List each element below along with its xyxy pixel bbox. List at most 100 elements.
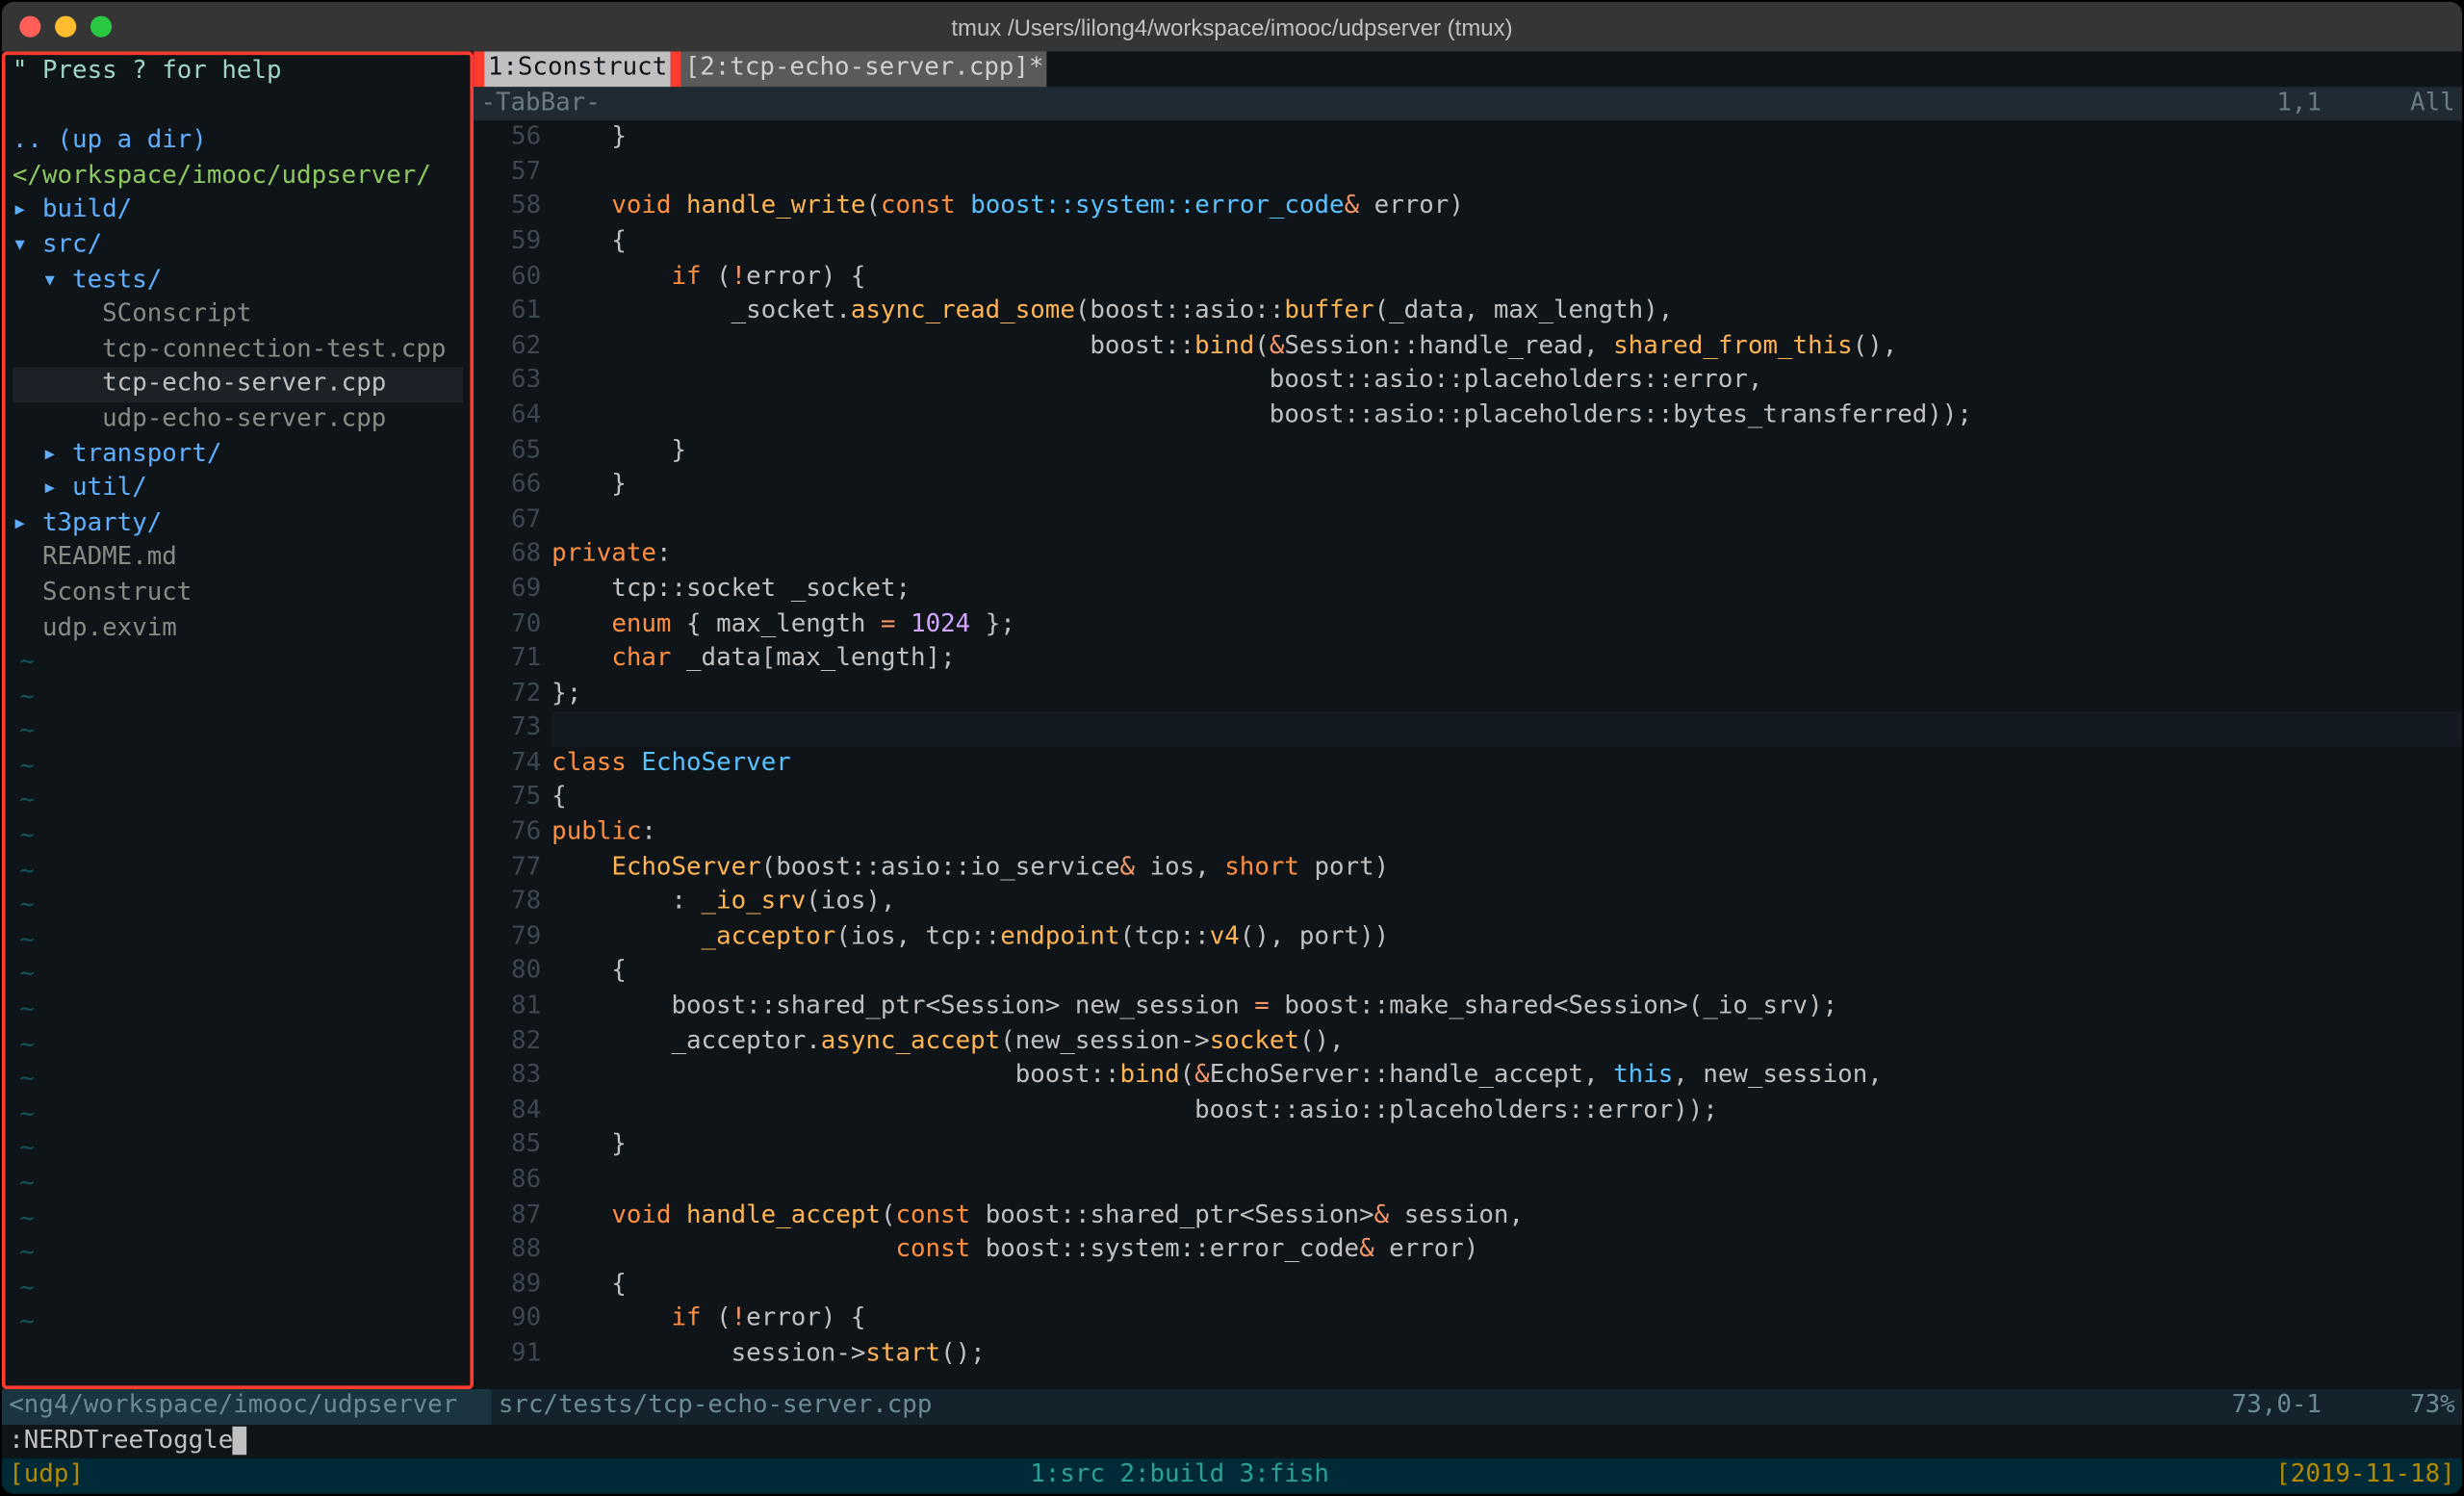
empty-line-tilde: ~ <box>13 785 463 819</box>
code-line[interactable]: boost::asio::placeholders::bytes_transfe… <box>552 400 2462 434</box>
code-line[interactable]: _acceptor(ios, tcp::endpoint(tcp::v4(), … <box>552 920 2462 955</box>
nerdtree-root[interactable]: </workspace/imooc/udpserver/ <box>6 159 471 193</box>
empty-line-tilde: ~ <box>13 1133 463 1168</box>
code-line[interactable]: _acceptor.async_accept(new_session->sock… <box>552 1025 2462 1060</box>
code-line[interactable]: { <box>552 225 2462 260</box>
tree-file[interactable]: udp.exvim <box>13 611 463 646</box>
tree-file[interactable]: udp-echo-server.cpp <box>13 402 463 437</box>
code-line[interactable]: EchoServer(boost::asio::io_service& ios,… <box>552 851 2462 886</box>
tab-active-indicator <box>671 51 681 86</box>
tabbar-label: -TabBar- <box>480 87 600 121</box>
code-line[interactable]: enum { max_length = 1024 }; <box>552 607 2462 642</box>
code-line[interactable]: if (!error) { <box>552 260 2462 295</box>
source-code[interactable]: } void handle_write(const boost::system:… <box>552 121 2462 1390</box>
code-line[interactable] <box>552 1164 2462 1199</box>
tmux-windows[interactable]: 1:src 2:build 3:fish <box>1030 1459 1329 1494</box>
code-line[interactable]: session->start(); <box>552 1338 2462 1373</box>
empty-line-tilde: ~ <box>13 1272 463 1306</box>
code-line[interactable]: }; <box>552 677 2462 711</box>
nerdtree-up-dir[interactable]: .. (up a dir) <box>6 124 471 159</box>
code-line[interactable]: if (!error) { <box>552 1303 2462 1337</box>
tab-tcp-echo-server[interactable]: [2:tcp-echo-server.cpp]* <box>681 51 1047 86</box>
tmux-statusbar[interactable]: [udp] 1:src 2:build 3:fish [2019-11-18] <box>2 1459 2462 1494</box>
code-line[interactable] <box>552 712 2462 747</box>
vim-area: " Press ? for help .. (up a dir) </works… <box>2 51 2462 1389</box>
code-line[interactable] <box>552 503 2462 538</box>
tree-file[interactable]: tcp-connection-test.cpp <box>13 333 463 368</box>
code-line[interactable]: boost::asio::placeholders::error, <box>552 364 2462 399</box>
tabbar-pos: 1,1 <box>2276 87 2322 121</box>
code-line[interactable]: char _data[max_length]; <box>552 642 2462 677</box>
tree-file[interactable]: README.md <box>13 542 463 577</box>
code-line[interactable]: { <box>552 955 2462 990</box>
empty-line-tilde: ~ <box>13 924 463 959</box>
empty-line-tilde: ~ <box>13 1306 463 1341</box>
tree-dir[interactable]: ▸ transport/ <box>13 437 463 472</box>
code-line[interactable]: boost::shared_ptr<Session> new_session =… <box>552 990 2462 1024</box>
tree-dir[interactable]: ▸ util/ <box>13 472 463 506</box>
code-line[interactable]: } <box>552 469 2462 503</box>
content: " Press ? for help .. (up a dir) </works… <box>2 51 2462 1493</box>
code-line[interactable]: const boost::system::error_code& error) <box>552 1233 2462 1268</box>
status-left-pane: <ng4/workspace/imooc/udpserver <box>2 1389 492 1424</box>
code-line[interactable]: } <box>552 121 2462 156</box>
terminal-window: tmux /Users/lilong4/workspace/imooc/udps… <box>0 0 2464 1496</box>
tree-file[interactable]: tcp-echo-server.cpp <box>13 368 463 402</box>
code-area[interactable]: 5657585960616263646566676869707172737475… <box>474 121 2462 1390</box>
empty-line-tilde: ~ <box>13 681 463 715</box>
code-line[interactable] <box>552 156 2462 191</box>
status-position: 73,0-1 <box>2232 1389 2322 1424</box>
code-line[interactable]: boost::bind(&EchoServer::handle_accept, … <box>552 1060 2462 1095</box>
code-line[interactable]: tcp::socket _socket; <box>552 573 2462 607</box>
code-line[interactable]: } <box>552 434 2462 469</box>
code-line[interactable]: boost::asio::placeholders::error)); <box>552 1095 2462 1129</box>
code-line[interactable]: private: <box>552 538 2462 573</box>
code-line[interactable]: public: <box>552 816 2462 851</box>
tmux-session: [udp] <box>9 1459 84 1494</box>
tree-dir[interactable]: ▸ t3party/ <box>13 507 463 542</box>
tabbar-status: -TabBar- 1,1 All <box>474 87 2462 121</box>
code-line[interactable]: } <box>552 1129 2462 1164</box>
window-title: tmux /Users/lilong4/workspace/imooc/udps… <box>2 13 2462 40</box>
nerdtree-sidebar[interactable]: " Press ? for help .. (up a dir) </works… <box>2 51 474 1389</box>
tab-sconstruct[interactable]: 1:Sconstruct <box>484 51 671 86</box>
tabbar-pct: All <box>2410 87 2455 121</box>
empty-line-tilde: ~ <box>13 1097 463 1132</box>
vim-statusline: <ng4/workspace/imooc/udpserver src/tests… <box>2 1389 2462 1424</box>
status-filename: src/tests/tcp-echo-server.cpp <box>499 1389 932 1424</box>
titlebar: tmux /Users/lilong4/workspace/imooc/udps… <box>2 2 2462 52</box>
code-line[interactable]: : _io_srv(ios), <box>552 886 2462 920</box>
empty-line-tilde: ~ <box>13 1168 463 1202</box>
empty-line-tilde: ~ <box>13 890 463 924</box>
tree-file[interactable]: SConscript <box>13 298 463 333</box>
tree-file[interactable]: Sconstruct <box>13 577 463 611</box>
empty-line-tilde: ~ <box>13 715 463 750</box>
tree-dir[interactable]: ▸ build/ <box>13 194 463 229</box>
command-text: :NERDTreeToggle <box>9 1426 233 1454</box>
empty-line-tilde: ~ <box>13 993 463 1028</box>
vim-command-line[interactable]: :NERDTreeToggle <box>2 1425 2462 1459</box>
tree-dir[interactable]: ▾ tests/ <box>13 264 463 298</box>
line-numbers: 5657585960616263646566676869707172737475… <box>474 121 552 1390</box>
tab-active-indicator <box>474 51 484 86</box>
file-tree[interactable]: ▸ build/▾ src/ ▾ tests/ SConscript tcp-c… <box>6 194 471 1386</box>
code-line[interactable]: class EchoServer <box>552 747 2462 782</box>
code-line[interactable]: void handle_accept(const boost::shared_p… <box>552 1199 2462 1233</box>
code-line[interactable]: boost::bind(&Session::handle_read, share… <box>552 329 2462 364</box>
tmux-date: [2019-11-18] <box>2275 1459 2454 1494</box>
code-line[interactable]: { <box>552 782 2462 816</box>
empty-line-tilde: ~ <box>13 750 463 785</box>
empty-line-tilde: ~ <box>13 1202 463 1237</box>
empty-line-tilde: ~ <box>13 1237 463 1272</box>
code-line[interactable]: { <box>552 1268 2462 1303</box>
cursor-icon <box>233 1426 247 1454</box>
code-line[interactable]: void handle_write(const boost::system::e… <box>552 191 2462 225</box>
editor-pane: 1:Sconstruct [2:tcp-echo-server.cpp]* -T… <box>474 51 2462 1389</box>
empty-line-tilde: ~ <box>13 855 463 890</box>
code-line[interactable]: _socket.async_read_some(boost::asio::buf… <box>552 295 2462 329</box>
empty-line-tilde: ~ <box>13 1028 463 1063</box>
tree-dir[interactable]: ▾ src/ <box>13 229 463 264</box>
empty-line-tilde: ~ <box>13 1063 463 1097</box>
empty-line-tilde: ~ <box>13 959 463 993</box>
buffer-tabs[interactable]: 1:Sconstruct [2:tcp-echo-server.cpp]* <box>474 51 2462 86</box>
